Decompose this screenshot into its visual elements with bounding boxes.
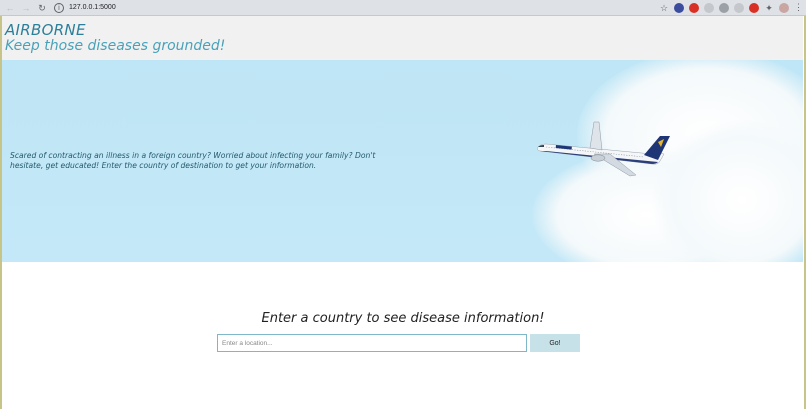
airplane-image: [537, 121, 670, 177]
site-header: AIRBORNE Keep those diseases grounded!: [2, 16, 803, 60]
extension-gray-icon[interactable]: [719, 2, 729, 13]
hero-description: Scared of contracting an illness in a fo…: [10, 151, 376, 170]
extension-globe-icon[interactable]: [674, 2, 684, 13]
address-bar[interactable]: 127.0.0.1:5000: [69, 4, 116, 11]
info-icon[interactable]: i: [54, 2, 64, 13]
extension-opera-icon[interactable]: [689, 2, 699, 13]
forward-icon[interactable]: →: [20, 2, 32, 14]
back-icon[interactable]: ←: [4, 2, 16, 14]
go-button[interactable]: Go!: [530, 334, 580, 352]
menu-icon[interactable]: ⋮: [794, 2, 803, 13]
hero-banner: Scared of contracting an illness in a fo…: [2, 60, 803, 262]
location-search-input[interactable]: [217, 334, 527, 352]
extensions-area: ☆ ✦ ⋮: [659, 2, 803, 13]
site-tagline: Keep those diseases grounded!: [5, 38, 226, 54]
extension-shield-icon[interactable]: [749, 2, 759, 13]
extension-light-icon[interactable]: [734, 2, 744, 13]
reload-icon[interactable]: ↻: [36, 2, 48, 14]
puzzle-icon[interactable]: ✦: [764, 3, 774, 13]
extension-circle-icon[interactable]: [704, 2, 714, 13]
search-heading: Enter a country to see disease informati…: [261, 311, 545, 326]
avatar[interactable]: [779, 2, 789, 13]
browser-toolbar: ← → ↻ i 127.0.0.1:5000 ☆ ✦ ⋮: [0, 0, 806, 16]
site-logo[interactable]: AIRBORNE: [5, 21, 86, 39]
star-icon[interactable]: ☆: [659, 3, 669, 13]
